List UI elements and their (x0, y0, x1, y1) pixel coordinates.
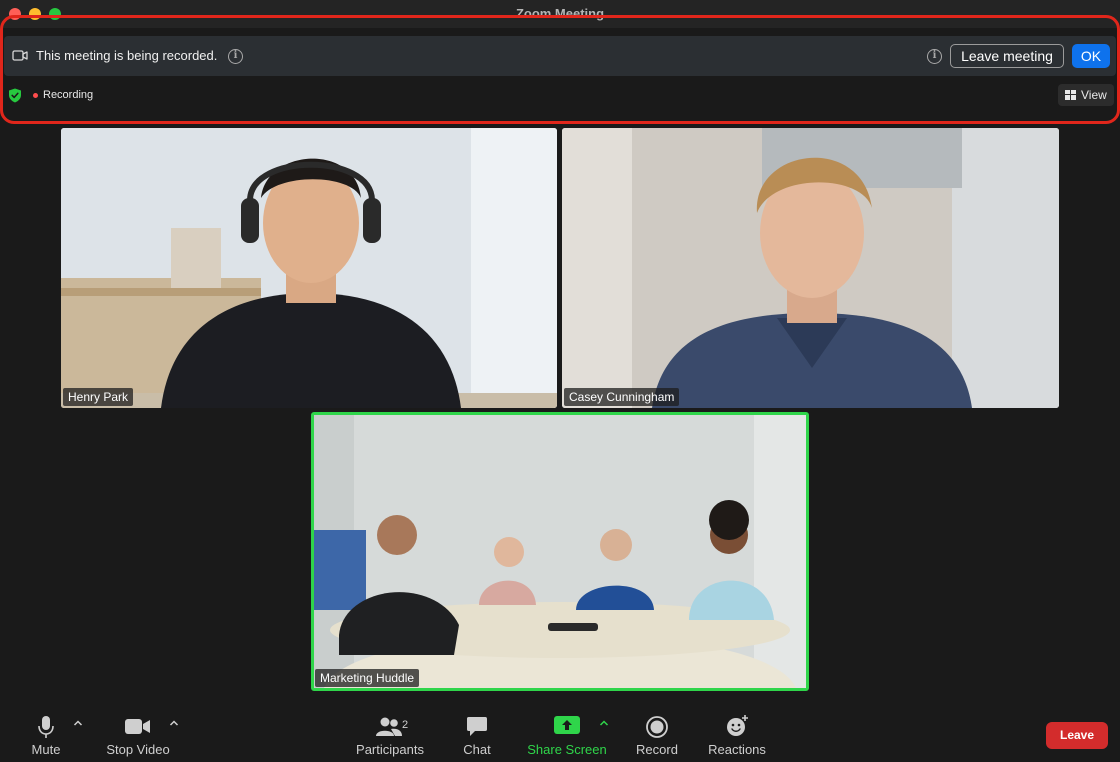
view-button-label: View (1081, 88, 1107, 102)
gallery-grid-icon (1065, 90, 1076, 100)
ok-button[interactable]: OK (1072, 44, 1110, 68)
chat-bubble-icon (467, 717, 487, 736)
reactions-button[interactable]: Reactions (704, 713, 770, 757)
record-label: Record (636, 742, 678, 757)
zoom-window: Zoom Meeting This meeting is being recor… (0, 0, 1120, 762)
participants-count: 2 (402, 719, 409, 731)
microphone-icon (38, 716, 54, 738)
info-icon[interactable]: i (927, 49, 942, 64)
record-button[interactable]: Record (632, 713, 682, 757)
chat-label: Chat (463, 742, 491, 757)
recording-banner-message: This meeting is being recorded. (36, 48, 218, 63)
video-camera-icon (12, 50, 28, 61)
title-bar: Zoom Meeting (0, 0, 1120, 28)
chat-button[interactable]: Chat (456, 713, 498, 757)
participants-label: Participants (356, 742, 424, 757)
mute-label: Mute (31, 742, 61, 757)
participants-button[interactable]: 2 Participants (352, 713, 428, 757)
participant-video (562, 128, 1059, 408)
participant-name-tag: Henry Park (63, 388, 134, 406)
reactions-label: Reactions (708, 742, 766, 757)
chevron-up-icon[interactable] (73, 719, 83, 727)
record-icon (646, 716, 668, 738)
stop-video-button[interactable]: Stop Video (104, 713, 172, 757)
encryption-shield-icon[interactable] (8, 88, 22, 103)
recording-banner: This meeting is being recorded. i i Leav… (4, 36, 1116, 76)
recording-status-label[interactable]: Recording (43, 89, 93, 101)
video-tile-marketing-huddle[interactable]: Marketing Huddle (311, 412, 809, 691)
share-screen-label: Share Screen (527, 742, 607, 757)
view-button[interactable]: View (1058, 84, 1114, 106)
leave-meeting-button[interactable]: Leave meeting (950, 44, 1064, 68)
participant-video (61, 128, 557, 408)
participants-icon (376, 717, 402, 736)
participant-name-tag: Marketing Huddle (315, 669, 420, 687)
recording-indicator-dot (33, 93, 38, 98)
window-title: Zoom Meeting (515, 6, 605, 21)
emoji-reaction-icon (727, 715, 748, 736)
chevron-up-icon[interactable] (169, 719, 179, 727)
participant-name-tag: Casey Cunningham (564, 388, 680, 406)
mute-button[interactable]: Mute (24, 713, 68, 757)
leave-button[interactable]: Leave (1046, 722, 1108, 749)
participant-video (314, 415, 806, 688)
chevron-up-icon[interactable] (599, 719, 609, 727)
share-screen-button[interactable]: Share Screen (524, 713, 610, 757)
video-tile-henry-park[interactable]: Henry Park (61, 128, 557, 408)
share-screen-icon (554, 716, 580, 734)
info-icon[interactable]: i (228, 49, 243, 64)
video-tile-casey-cunningham[interactable]: Casey Cunningham (562, 128, 1059, 408)
video-camera-icon (125, 719, 150, 734)
stop-video-label: Stop Video (106, 742, 170, 757)
